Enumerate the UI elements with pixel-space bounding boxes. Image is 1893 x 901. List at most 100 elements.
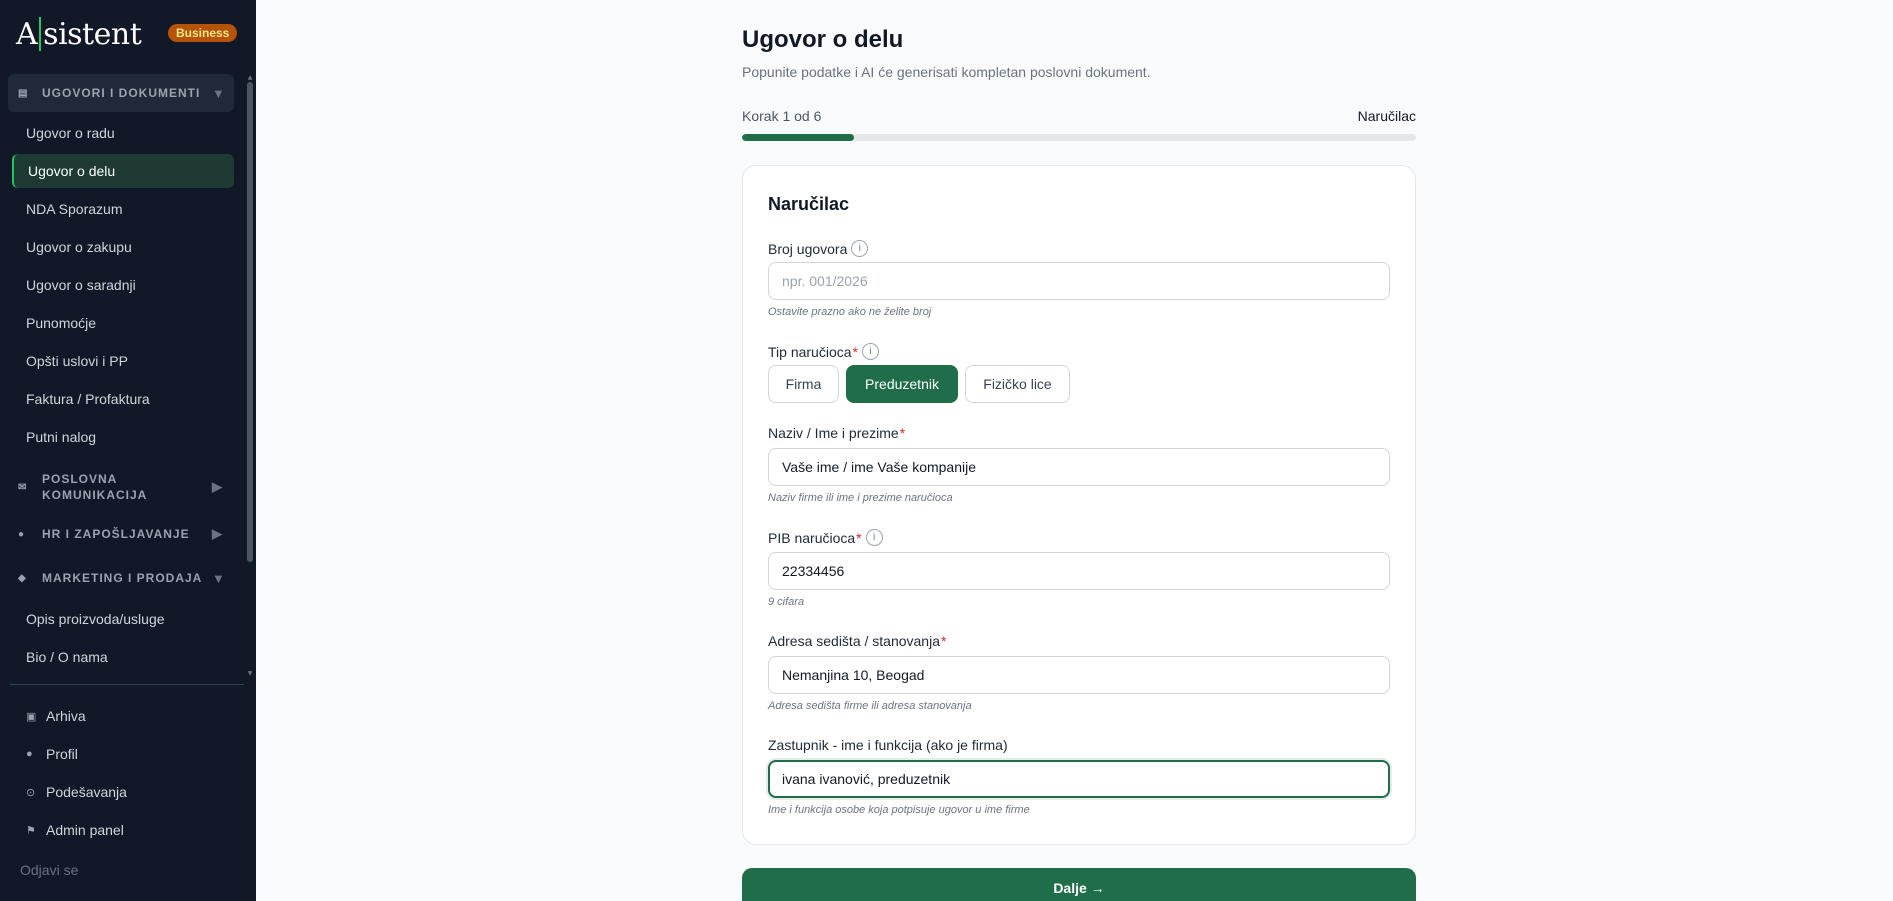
sidebar-item-label: Ugovor o radu: [26, 125, 115, 141]
sidebar-item-opis-proizvoda[interactable]: Opis proizvoda/usluge: [12, 602, 234, 636]
required-mark: *: [856, 529, 862, 546]
sidebar-item-punomocje[interactable]: Punomoćje: [12, 306, 234, 340]
address-hint: Adresa sedišta firme ili adresa stanovan…: [768, 700, 972, 712]
flag-icon: ⚑: [26, 824, 36, 837]
sidebar-item-label: NDA Sporazum: [26, 201, 123, 217]
document-icon: ▤: [18, 87, 29, 99]
label-text: Naziv / Ime i prezime: [768, 425, 899, 441]
sidebar-item-ugovor-o-zakupu[interactable]: Ugovor o zakupu: [12, 230, 234, 264]
sidebar-divider: [10, 684, 244, 685]
sidebar-item-label: Bio / O nama: [26, 649, 108, 665]
archive-icon: ▣: [26, 710, 37, 723]
required-mark: *: [899, 425, 906, 441]
sidebar-item-label: Ugovor o zakupu: [26, 239, 132, 255]
sidebar-item-ugovor-o-saradnji[interactable]: Ugovor o saradnji: [12, 268, 234, 302]
diamond-icon: ◆: [18, 572, 27, 584]
section-marketing[interactable]: ◆ MARKETING I PRODAJA ▼: [8, 568, 234, 588]
section-hr[interactable]: ● HR I ZAPOŠLJAVANJE ▶: [8, 524, 234, 544]
info-icon[interactable]: i: [865, 529, 883, 546]
sidebar-item-label: Podešavanja: [46, 784, 127, 800]
scroll-thumb[interactable]: [247, 82, 253, 562]
section-contracts[interactable]: ▤ UGOVORI I DOKUMENTI ▼: [8, 74, 234, 112]
sidebar-item-label: Ugovor o saradnji: [26, 277, 136, 293]
people-icon: ●: [18, 528, 26, 540]
sidebar-item-label: Profil: [46, 746, 78, 762]
sidebar-item-podesavanja[interactable]: ⊙ Podešavanja: [26, 777, 127, 807]
logo-text-right: sistent: [43, 16, 142, 52]
progress-fill: [742, 134, 855, 141]
sidebar-item-profil[interactable]: ● Profil: [26, 739, 78, 769]
sidebar-item-label: Opis proizvoda/usluge: [26, 611, 165, 627]
section-label: UGOVORI I DOKUMENTI: [42, 86, 201, 100]
logo-cursor-mark: [39, 17, 42, 51]
name-hint: Naziv firme ili ime i prezime naručioca: [768, 492, 953, 504]
label-text: Adresa sedišta / stanovanja: [768, 633, 940, 649]
name-label: Naziv / Ime i prezime *: [768, 425, 905, 441]
sidebar-item-bio[interactable]: Bio / O nama: [12, 640, 234, 674]
sidebar-item-faktura[interactable]: Faktura / Profaktura: [12, 382, 234, 416]
client-type-fizicko-lice[interactable]: Fizičko lice: [965, 365, 1070, 403]
sidebar-item-arhiva[interactable]: ▣ Arhiva: [26, 701, 86, 731]
chevron-right-icon: ▶: [212, 479, 223, 494]
name-input[interactable]: [768, 448, 1390, 486]
sidebar-scrollbar[interactable]: ▲ ▼: [246, 74, 254, 678]
sidebar-item-label: Opšti uslovi i PP: [26, 353, 128, 369]
chevron-down-icon: ▼: [212, 570, 226, 586]
client-type-label: Tip naručioca * i: [768, 343, 879, 360]
sidebar-item-admin-panel[interactable]: ⚑ Admin panel: [26, 815, 124, 845]
step-name: Naručilac: [1357, 108, 1416, 124]
scroll-up-icon[interactable]: ▲: [246, 74, 254, 82]
card-title: Naručilac: [768, 194, 850, 214]
sidebar-item-ugovor-o-delu[interactable]: Ugovor o delu: [12, 154, 234, 188]
address-input[interactable]: [768, 656, 1390, 694]
representative-hint: Ime i funkcija osobe koja potpisuje ugov…: [768, 804, 1030, 816]
info-icon[interactable]: i: [861, 343, 879, 360]
pib-input[interactable]: [768, 552, 1390, 590]
chevron-down-icon: ▼: [212, 85, 226, 101]
label-text: Tip naručioca: [768, 343, 852, 360]
sidebar-item-label: Admin panel: [46, 822, 124, 838]
label-text: PIB naručioca: [768, 529, 856, 546]
info-icon[interactable]: i: [851, 240, 869, 257]
contract-number-label: Broj ugovora i: [768, 240, 869, 257]
contract-number-hint: Ostavite prazno ako ne želite broj: [768, 306, 932, 318]
progress-bar: [742, 134, 1416, 141]
sidebar-item-nda[interactable]: NDA Sporazum: [12, 192, 234, 226]
address-label: Adresa sedišta / stanovanja *: [768, 633, 946, 649]
sidebar-item-opsti-uslovi[interactable]: Opšti uslovi i PP: [12, 344, 234, 378]
page-title: Ugovor o delu: [742, 26, 904, 53]
sidebar-item-label: Arhiva: [46, 708, 86, 724]
step-counter: Korak 1 od 6: [742, 108, 822, 124]
logout-link[interactable]: Odjavi se: [20, 862, 78, 878]
representative-input[interactable]: [768, 760, 1390, 798]
next-button[interactable]: Dalje →: [742, 868, 1416, 901]
sidebar-item-putni-nalog[interactable]: Putni nalog: [12, 420, 234, 454]
client-type-preduzetnik[interactable]: Preduzetnik: [846, 365, 958, 403]
sidebar-item-label: Ugovor o delu: [28, 163, 116, 179]
sidebar-item-ugovor-o-radu[interactable]: Ugovor o radu: [12, 116, 234, 150]
page-subtitle: Popunite podatke i AI će generisati komp…: [742, 64, 1151, 80]
label-text: Broj ugovora: [768, 240, 848, 257]
client-type-firma[interactable]: Firma: [768, 365, 839, 403]
form-card: Naručilac Broj ugovora i Ostavite prazno…: [742, 165, 1416, 845]
representative-label: Zastupnik - ime i funkcija (ako je firma…: [768, 737, 1008, 753]
logo-text-left: A: [16, 16, 38, 52]
section-label: MARKETING I PRODAJA: [42, 571, 203, 585]
required-mark: *: [852, 343, 858, 360]
required-mark: *: [941, 633, 947, 649]
sidebar-item-label: Faktura / Profaktura: [26, 391, 150, 407]
sidebar-item-label: Putni nalog: [26, 429, 97, 445]
section-label: HR I ZAPOŠLJAVANJE: [42, 527, 190, 541]
plan-badge: Business: [168, 24, 238, 42]
sidebar-item-label: Punomoćje: [26, 315, 97, 331]
section-business-communication[interactable]: ✉ POSLOVNA KOMUNIKACIJA ▶: [8, 470, 234, 504]
scroll-down-icon[interactable]: ▼: [246, 670, 254, 678]
sidebar: A sistent Business ▲ ▼ ▤ UGOVORI I DOKUM…: [0, 0, 256, 901]
pib-hint: 9 cifara: [768, 596, 805, 608]
logo[interactable]: A sistent: [16, 14, 142, 54]
settings-icon: ⊙: [26, 786, 36, 799]
label-text: Zastupnik - ime i funkcija (ako je firma…: [768, 737, 1008, 753]
section-label: POSLOVNA KOMUNIKACIJA: [42, 472, 148, 502]
contract-number-input[interactable]: [768, 262, 1390, 300]
chevron-right-icon: ▶: [212, 526, 223, 541]
